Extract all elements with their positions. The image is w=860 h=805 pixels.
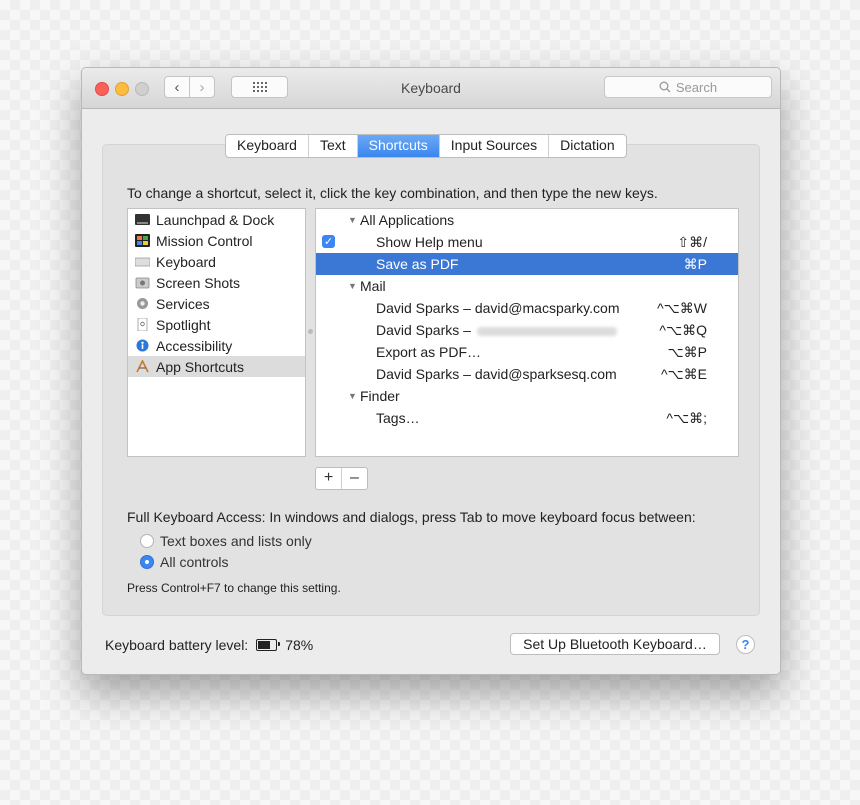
radio-button[interactable] [140, 534, 154, 548]
shortcut-keys[interactable]: ⌥⌘P [668, 344, 707, 361]
category-accessibility[interactable]: Accessibility [128, 335, 305, 356]
category-label: App Shortcuts [156, 358, 244, 375]
spotlight-icon [135, 317, 150, 332]
tab-keyboard[interactable]: Keyboard [226, 135, 309, 157]
category-list: Launchpad & Dock Mission Control Keyboar… [127, 208, 306, 457]
shortcut-label-redacted: David Sparks – [376, 322, 617, 338]
tab-shortcuts[interactable]: Shortcuts [357, 135, 440, 157]
keyboard-icon [134, 255, 151, 268]
control-f7-note: Press Control+F7 to change this setting. [127, 581, 341, 595]
radio-label: Text boxes and lists only [160, 533, 312, 549]
battery-level: Keyboard battery level: 78% [105, 637, 313, 653]
add-remove-buttons: + – [315, 467, 368, 490]
shortcut-keys[interactable]: ^⌥⌘; [666, 410, 707, 427]
launchpad-dock-icon [135, 213, 150, 226]
battery-label: Keyboard battery level: [105, 637, 249, 653]
radio-text-boxes[interactable]: Text boxes and lists only [140, 532, 312, 550]
shortcut-label: David Sparks – david@sparksesq.com [376, 366, 617, 382]
category-spotlight[interactable]: Spotlight [128, 314, 305, 335]
category-launchpad-dock[interactable]: Launchpad & Dock [128, 209, 305, 230]
search-icon [659, 81, 671, 93]
app-shortcuts-icon [135, 359, 150, 373]
category-label: Services [156, 295, 210, 312]
disclosure-triangle-icon: ▼ [348, 215, 357, 225]
category-mission-control[interactable]: Mission Control [128, 230, 305, 251]
shortcut-row[interactable]: Export as PDF… ⌥⌘P [316, 341, 738, 363]
disclosure-triangle-icon: ▼ [348, 391, 357, 401]
radio-button-selected[interactable] [140, 555, 154, 569]
disclosure-triangle-icon: ▼ [348, 281, 357, 291]
group-label: Finder [360, 388, 400, 404]
shortcut-keys[interactable]: ^⌥⌘Q [659, 322, 707, 339]
category-screen-shots[interactable]: Screen Shots [128, 272, 305, 293]
shortcut-list: ▼ All Applications ✓ Show Help menu ⇧⌘/ … [315, 208, 739, 457]
shortcut-label: Tags… [376, 410, 420, 426]
radio-all-controls[interactable]: All controls [140, 553, 228, 571]
category-label: Spotlight [156, 316, 211, 333]
category-label: Launchpad & Dock [156, 211, 275, 228]
group-mail[interactable]: ▼ Mail [316, 275, 738, 297]
services-gear-icon [135, 297, 150, 310]
shortcut-label: Show Help menu [376, 234, 483, 250]
shortcut-label: David Sparks – [376, 322, 471, 338]
category-label: Screen Shots [156, 274, 241, 291]
shortcut-label: David Sparks – david@macsparky.com [376, 300, 620, 316]
shortcut-row[interactable]: Tags… ^⌥⌘; [316, 407, 738, 429]
remove-shortcut-button[interactable]: – [342, 468, 367, 489]
battery-icon [256, 639, 281, 651]
tab-dictation[interactable]: Dictation [549, 135, 625, 157]
add-shortcut-button[interactable]: + [316, 468, 342, 489]
search-field[interactable]: Search [604, 76, 772, 98]
enabled-checkbox[interactable]: ✓ [322, 235, 335, 248]
category-label: Accessibility [156, 337, 233, 354]
search-placeholder: Search [675, 79, 718, 95]
help-button[interactable]: ? [736, 635, 755, 654]
category-label: Keyboard [156, 253, 216, 270]
screen-shots-icon [135, 276, 150, 289]
tab-bar: Keyboard Text Shortcuts Input Sources Di… [225, 134, 627, 158]
split-view-handle[interactable] [308, 329, 313, 334]
shortcut-label: Save as PDF [376, 256, 459, 272]
category-keyboard[interactable]: Keyboard [128, 251, 305, 272]
full-keyboard-access-label: Full Keyboard Access: In windows and dia… [127, 509, 696, 525]
accessibility-icon [135, 339, 150, 352]
shortcut-row[interactable]: ✓ Show Help menu ⇧⌘/ [316, 231, 738, 253]
shortcut-keys[interactable]: ^⌥⌘W [657, 300, 707, 317]
setup-bluetooth-keyboard-button[interactable]: Set Up Bluetooth Keyboard… [510, 633, 720, 655]
group-label: All Applications [360, 212, 455, 228]
tab-text[interactable]: Text [309, 135, 358, 157]
shortcut-keys[interactable]: ^⌥⌘E [661, 366, 707, 383]
shortcut-row-selected[interactable]: Save as PDF ⌘P [316, 253, 738, 275]
title-bar: ‹ › Keyboard Search [82, 68, 780, 109]
category-label: Mission Control [156, 232, 253, 249]
keyboard-preferences-window: ‹ › Keyboard Search Keyboard Text Shortc… [81, 67, 781, 675]
shortcut-label: Export as PDF… [376, 344, 482, 360]
shortcut-row[interactable]: David Sparks – david@macsparky.com ^⌥⌘W [316, 297, 738, 319]
group-finder[interactable]: ▼ Finder [316, 385, 738, 407]
shortcut-row[interactable]: David Sparks – ^⌥⌘Q [316, 319, 738, 341]
shortcut-keys[interactable]: ⌘P [684, 256, 707, 273]
group-label: Mail [360, 278, 386, 294]
shortcut-row[interactable]: David Sparks – david@sparksesq.com ^⌥⌘E [316, 363, 738, 385]
radio-label: All controls [160, 554, 229, 570]
shortcut-keys[interactable]: ⇧⌘/ [677, 234, 707, 251]
instructions-text: To change a shortcut, select it, click t… [127, 185, 658, 201]
group-all-applications[interactable]: ▼ All Applications [316, 209, 738, 231]
mission-control-icon [135, 234, 150, 247]
battery-value: 78% [285, 637, 314, 653]
category-app-shortcuts[interactable]: App Shortcuts [128, 356, 305, 377]
checkmark-icon: ✓ [323, 236, 334, 248]
redacted-blur [476, 326, 617, 336]
tab-input-sources[interactable]: Input Sources [440, 135, 550, 157]
category-services[interactable]: Services [128, 293, 305, 314]
